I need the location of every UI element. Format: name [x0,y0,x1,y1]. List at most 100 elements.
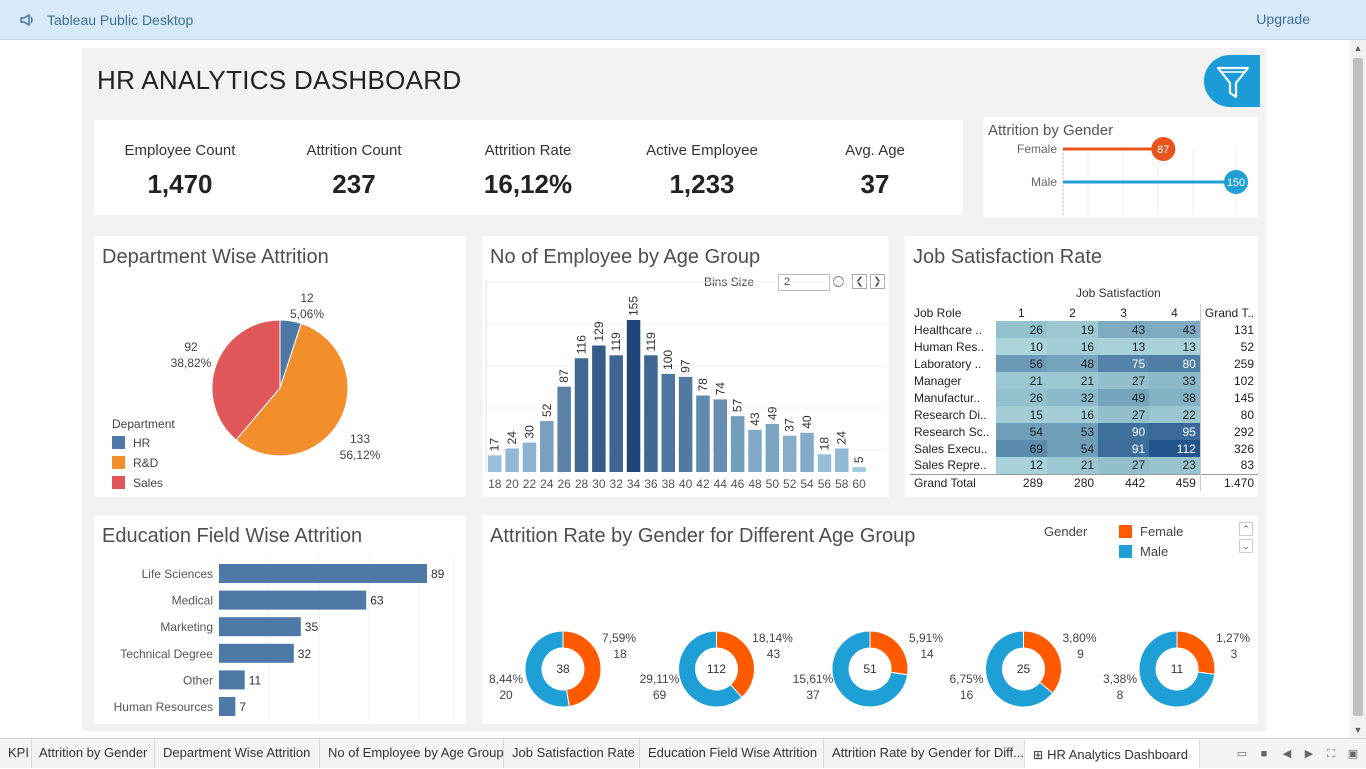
age-bar[interactable] [540,421,554,472]
heat-cell[interactable]: 80 [1149,355,1201,372]
age-bar[interactable] [488,455,502,472]
heat-cell[interactable]: 27 [1098,372,1150,389]
heat-cell[interactable]: 13 [1149,338,1201,355]
heat-cell[interactable]: 95 [1149,423,1201,440]
male-percent-label: 15,61% [793,672,834,686]
age-bar[interactable] [852,467,866,472]
fullscreen-icon[interactable]: ⛶ [1324,747,1338,761]
age-bar[interactable] [626,320,641,472]
heat-cell[interactable]: 43 [1098,321,1150,338]
job-satisfaction-table: Job Role 1 2 3 4 Grand T.. Healthcare ..… [910,304,1258,491]
heat-cell[interactable]: 15 [995,406,1047,423]
education-bar[interactable] [219,590,367,610]
filter-button[interactable] [1204,55,1260,107]
age-tick-label: 44 [714,477,728,491]
row-total: 102 [1199,372,1258,389]
next-sheet-icon[interactable]: ▶ [1302,747,1316,761]
scroll-thumb[interactable] [1353,58,1363,716]
row-label: Manufactur.. [914,390,981,405]
age-bar[interactable] [644,355,658,472]
heat-cell[interactable]: 43 [1149,321,1201,338]
heat-cell[interactable]: 54 [995,423,1047,440]
education-bar[interactable] [219,617,301,637]
grand-total-cell: 442 [1125,475,1146,490]
heat-cell[interactable]: 53 [1046,423,1099,440]
heat-cell[interactable]: 112 [1149,440,1201,457]
tab-employee-by-age-group[interactable]: No of Employee by Age Group [320,739,504,768]
heat-cell[interactable]: 91 [1098,440,1150,457]
age-tick-label: 54 [800,477,814,491]
tab-attrition-by-gender[interactable]: Attrition by Gender [31,739,155,768]
heat-cell[interactable]: 23 [1149,457,1201,474]
heat-cell[interactable]: 69 [995,440,1047,457]
tab-education-field-wise-attrition[interactable]: Education Field Wise Attrition [640,739,824,768]
heat-cell[interactable]: 90 [1098,423,1150,440]
age-bar[interactable] [782,435,797,472]
heat-cell[interactable]: 16 [1046,338,1099,355]
heat-cell[interactable]: 27 [1098,406,1150,423]
education-bar[interactable] [219,697,236,716]
age-bar[interactable] [800,432,814,472]
age-bar[interactable] [678,376,693,472]
age-bar[interactable] [713,399,728,472]
table-row: Laboratory .. 56 48 75 80 259 [910,355,1258,372]
heat-cell[interactable]: 21 [995,372,1047,389]
scroll-down-icon[interactable]: ▼ [1350,722,1366,738]
age-bar[interactable] [696,395,710,472]
age-bar-value-label: 119 [644,332,658,351]
heat-cell[interactable]: 54 [1046,440,1099,457]
heat-cell[interactable]: 56 [995,355,1047,372]
heat-cell[interactable]: 26 [995,321,1047,338]
heat-cell[interactable]: 49 [1098,389,1150,406]
age-bar[interactable] [522,442,537,472]
tab-hr-analytics-dashboard[interactable]: ⊞ HR Analytics Dashboard [1025,739,1200,768]
heat-cell[interactable]: 38 [1149,389,1201,406]
education-bar[interactable] [219,564,427,583]
previous-sheet-icon[interactable]: ◀ [1280,747,1294,761]
age-bar[interactable] [592,345,606,472]
job-satisfaction-card: Job Satisfaction Rate Job Satisfaction J… [905,236,1258,497]
heat-cell[interactable]: 21 [1046,457,1099,474]
heat-cell[interactable]: 12 [995,457,1047,474]
heat-cell[interactable]: 19 [1046,321,1099,338]
education-category-label: Technical Degree [120,647,213,661]
age-bar[interactable] [817,454,832,472]
heat-cell[interactable]: 22 [1149,406,1201,423]
heat-cell[interactable]: 26 [995,389,1047,406]
scroll-up-icon[interactable]: ▲ [1350,40,1366,56]
heat-cell[interactable]: 27 [1098,457,1150,474]
tab-attrition-rate-by-gender[interactable]: Attrition Rate by Gender for Diff... [824,739,1025,768]
tab-department-wise-attrition[interactable]: Department Wise Attrition [155,739,320,768]
show-filmstrip-icon[interactable]: ▭ [1235,747,1249,761]
department-legend: Department HR R&D Sales [112,417,175,490]
table-row: Healthcare .. 26 19 43 43 131 [910,321,1258,338]
heat-cell[interactable]: 16 [1046,406,1099,423]
heat-cell[interactable]: 13 [1098,338,1150,355]
heat-cell[interactable]: 10 [995,338,1047,355]
education-bar[interactable] [219,670,245,690]
age-bar-value-label: 24 [835,431,849,445]
vertical-scrollbar[interactable]: ▲ ▼ [1350,40,1366,738]
presentation-mode-icon[interactable]: ▣ [1346,747,1360,761]
age-bar[interactable] [557,386,571,472]
age-bar[interactable] [609,355,623,472]
age-bar[interactable] [748,429,762,472]
age-bar[interactable] [574,358,589,472]
upgrade-link[interactable]: Upgrade [1256,11,1310,27]
tab-job-satisfaction-rate[interactable]: Job Satisfaction Rate [504,739,640,768]
education-bar[interactable] [219,643,294,663]
age-bar[interactable] [835,448,849,472]
heat-cell[interactable]: 75 [1098,355,1150,372]
age-bar[interactable] [730,416,745,472]
heat-cell[interactable]: 33 [1149,372,1201,389]
heat-cell[interactable]: 21 [1046,372,1099,389]
tab-kpi[interactable]: KPI [0,739,32,768]
age-tick-label: 56 [818,477,832,491]
show-tabs-icon[interactable]: ■ [1257,747,1271,761]
age-bar[interactable] [765,423,780,472]
age-bar[interactable] [661,373,676,472]
heat-cell[interactable]: 32 [1046,389,1099,406]
female-percent-label: 3,80% [1062,631,1096,645]
age-bar[interactable] [505,448,519,472]
heat-cell[interactable]: 48 [1046,355,1099,372]
